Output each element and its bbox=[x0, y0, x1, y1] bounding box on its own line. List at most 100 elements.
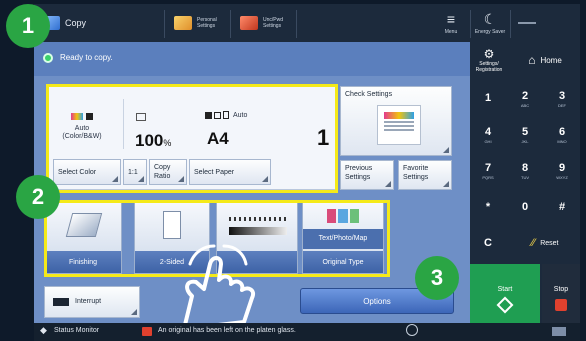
interrupt-icon bbox=[53, 298, 69, 306]
key-4-digit: 4 bbox=[484, 125, 492, 138]
right-control-panel: ⚙ Settings/ Registration ⌂ Home 1 2 ABC 3… bbox=[470, 42, 580, 332]
copies-count: 1 bbox=[317, 125, 330, 150]
key-7-letters: PQRS bbox=[482, 174, 494, 180]
key-5-digit: 5 bbox=[521, 125, 529, 138]
color-mode-icon bbox=[71, 113, 93, 120]
key-3[interactable]: 3 DEF bbox=[544, 82, 580, 116]
copy-ratio-button[interactable]: Copy Ratio bbox=[149, 159, 187, 185]
paper-size-value: A4 bbox=[207, 129, 229, 148]
network-status-indicator bbox=[518, 22, 536, 24]
key-9-letters: WXYZ bbox=[556, 174, 568, 180]
color-mode-line2: (Color/B&W) bbox=[62, 133, 102, 140]
check-settings-button[interactable]: Check Settings bbox=[340, 86, 452, 156]
finishing-icon bbox=[65, 213, 103, 237]
stop-button[interactable]: Stop bbox=[542, 264, 580, 332]
start-button[interactable]: Start bbox=[470, 264, 540, 332]
wifi-icon bbox=[406, 324, 418, 336]
original-type-label: Original Type bbox=[303, 251, 383, 273]
copier-touch-panel: Copy Personal Settings Unc/Pwd Settings … bbox=[0, 0, 586, 341]
copy-ratio-label-line1: Copy bbox=[154, 164, 171, 171]
select-color-button[interactable]: Select Color bbox=[53, 159, 121, 185]
key-8[interactable]: 8 TUV bbox=[507, 154, 543, 188]
key-2[interactable]: 2 ABC bbox=[507, 82, 543, 116]
copy-settings-card: Auto (Color/B&W) 100% Auto A4 1 Select C… bbox=[48, 86, 336, 190]
key-1[interactable]: 1 bbox=[470, 82, 506, 116]
key-0[interactable]: 0 bbox=[507, 190, 543, 224]
personal-settings-icon bbox=[174, 16, 192, 30]
key-9[interactable]: 9 WXYZ bbox=[544, 154, 580, 188]
original-type-icon bbox=[327, 209, 359, 223]
key-hash[interactable]: # bbox=[544, 190, 580, 224]
check-settings-label: Check Settings bbox=[345, 91, 393, 98]
select-paper-button[interactable]: Select Paper bbox=[189, 159, 271, 185]
bottom-status-bar: ◆ Status Monitor An original has been le… bbox=[34, 323, 580, 341]
key-6-digit: 6 bbox=[558, 125, 566, 138]
status-strip: Ready to copy. bbox=[34, 42, 470, 76]
finishing-button[interactable]: Finishing bbox=[44, 202, 122, 274]
top-bar: Copy Personal Settings Unc/Pwd Settings … bbox=[34, 4, 580, 42]
home-button[interactable]: ⌂ Home bbox=[510, 42, 580, 78]
favorite-settings-button[interactable]: Favorite Settings bbox=[398, 160, 452, 190]
one-to-one-label: 1:1 bbox=[128, 169, 138, 176]
unc-pwd-settings-button[interactable]: Unc/Pwd Settings bbox=[240, 4, 283, 42]
key-6[interactable]: 6 MNO bbox=[544, 118, 580, 152]
options-label: Options bbox=[363, 296, 391, 306]
previous-settings-button[interactable]: Previous Settings bbox=[340, 160, 394, 190]
zoom-icon bbox=[136, 113, 146, 121]
menu-label: Menu bbox=[444, 28, 458, 35]
color-mode-line1: Auto bbox=[74, 125, 90, 132]
home-label: Home bbox=[540, 55, 562, 65]
personal-settings-label-line2: Settings bbox=[197, 23, 216, 29]
key-2-digit: 2 bbox=[521, 89, 529, 102]
paper-auto-label: Auto bbox=[233, 111, 248, 119]
previous-settings-label-line1: Previous bbox=[345, 165, 373, 172]
one-to-one-button[interactable]: 1:1 bbox=[123, 159, 147, 185]
reset-button[interactable]: ⁄⁄ Reset bbox=[510, 226, 580, 260]
status-monitor-icon: ◆ bbox=[40, 325, 47, 335]
key-2-letters: ABC bbox=[520, 102, 530, 108]
paper-source-indicator: Auto bbox=[205, 111, 247, 119]
key-star[interactable]: * bbox=[470, 190, 506, 224]
key-5[interactable]: 5 JKL bbox=[507, 118, 543, 152]
callout-3-number: 3 bbox=[430, 265, 444, 290]
alert-icon bbox=[142, 327, 152, 336]
start-label: Start bbox=[497, 285, 513, 293]
gear-icon: ⚙ bbox=[483, 47, 495, 61]
settings-registration-button[interactable]: ⚙ Settings/ Registration bbox=[470, 42, 508, 78]
original-type-button[interactable]: Text/Photo/Map Original Type bbox=[302, 202, 384, 274]
copy-ratio-label-line2: Ratio bbox=[154, 173, 171, 180]
zoom-number: 100 bbox=[135, 131, 164, 150]
personal-settings-button[interactable]: Personal Settings bbox=[174, 4, 217, 42]
energy-saver-label: Energy Saver bbox=[474, 28, 506, 35]
clear-key[interactable]: C bbox=[470, 226, 506, 260]
reset-icon: ⁄⁄ bbox=[531, 237, 536, 249]
unc-settings-icon bbox=[240, 16, 258, 30]
home-icon: ⌂ bbox=[528, 53, 536, 67]
app-title-label: Copy bbox=[65, 18, 87, 28]
previous-settings-label-line2: Settings bbox=[345, 174, 371, 181]
finishing-label: Finishing bbox=[45, 251, 121, 273]
menu-button[interactable]: ≡ Menu bbox=[436, 4, 466, 42]
zoom-unit: % bbox=[163, 138, 172, 148]
interrupt-button[interactable]: Interrupt bbox=[44, 286, 140, 318]
reset-label: Reset bbox=[540, 239, 559, 247]
settings-registration-label-line2: Registration bbox=[475, 67, 503, 73]
keyboard-icon bbox=[552, 327, 566, 336]
tray-1-icon bbox=[205, 111, 212, 119]
callout-badge-1: 1 bbox=[6, 4, 50, 48]
key-4-letters: GHI bbox=[484, 138, 492, 144]
callout-1-number: 1 bbox=[21, 13, 35, 38]
key-0-digit: 0 bbox=[521, 200, 529, 213]
key-6-letters: MNO bbox=[557, 138, 567, 144]
status-monitor-label[interactable]: Status Monitor bbox=[54, 327, 99, 334]
key-7[interactable]: 7 PQRS bbox=[470, 154, 506, 188]
energy-saver-button[interactable]: ☾ Energy Saver bbox=[472, 4, 508, 42]
clear-key-label: C bbox=[484, 236, 492, 249]
check-settings-preview-icon bbox=[377, 105, 421, 145]
key-4[interactable]: 4 GHI bbox=[470, 118, 506, 152]
select-paper-label: Select Paper bbox=[194, 169, 235, 176]
unc-settings-label-line2: Settings bbox=[263, 23, 282, 29]
stop-label: Stop bbox=[553, 285, 569, 293]
key-8-digit: 8 bbox=[521, 161, 529, 174]
key-1-digit: 1 bbox=[484, 92, 492, 104]
